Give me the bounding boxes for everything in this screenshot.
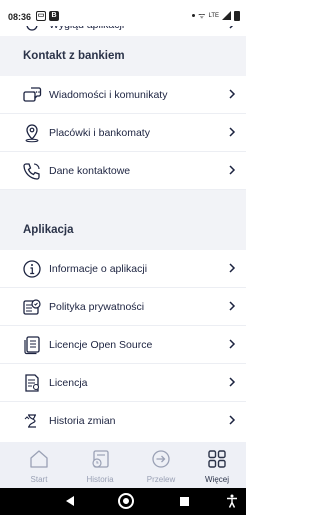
tab-history[interactable]: Historia xyxy=(75,442,125,488)
status-time: 08:36 xyxy=(8,12,32,22)
status-bar: 08:36 ▭ B ᯤ LTE xyxy=(0,0,246,26)
list-item-label: Licencje Open Source xyxy=(49,339,153,351)
section-header-app: Aplikacja xyxy=(0,190,246,250)
dot-icon xyxy=(192,14,196,17)
system-navigation-bar xyxy=(0,488,246,515)
location-pin-icon xyxy=(25,124,39,143)
battery-icon xyxy=(234,10,240,21)
list-item-label: Placówki i bankomaty xyxy=(49,127,150,139)
home-icon xyxy=(30,450,48,468)
messages-icon xyxy=(23,87,42,102)
back-icon[interactable] xyxy=(66,496,74,506)
chevron-right-icon xyxy=(229,301,236,311)
list-item-label: Historia zmian xyxy=(49,415,116,427)
recent-apps-icon[interactable] xyxy=(180,497,189,506)
list-item-label: Dane kontaktowe xyxy=(49,165,131,177)
signal-icon xyxy=(222,11,231,20)
chevron-right-icon xyxy=(229,415,236,425)
list-item-label: Licencja xyxy=(49,377,88,389)
info-icon xyxy=(23,260,41,278)
licenses-icon xyxy=(24,336,40,355)
tab-more[interactable]: Więcej xyxy=(192,442,242,488)
notification-icons: ▭ B xyxy=(36,11,59,21)
license-icon xyxy=(25,374,40,392)
tab-transfer[interactable]: Przelew xyxy=(136,442,186,488)
tab-label: Więcej xyxy=(204,475,229,484)
tab-start[interactable]: Start xyxy=(14,442,64,488)
list-item-label: Informacje o aplikacji xyxy=(49,263,148,275)
tab-label: Przelew xyxy=(146,475,176,484)
transfer-icon xyxy=(152,450,170,468)
list-item-messages[interactable]: Wiadomości i komunikaty xyxy=(0,76,246,114)
network-type: LTE xyxy=(208,12,219,19)
list-item-license[interactable]: Licencja xyxy=(0,364,246,402)
notification-icon: ▭ xyxy=(36,11,46,21)
chevron-right-icon xyxy=(229,165,236,175)
chevron-right-icon xyxy=(229,339,236,349)
history-icon xyxy=(24,414,36,428)
list-item-open-source[interactable]: Licencje Open Source xyxy=(0,326,246,364)
list-item-changelog[interactable]: Historia zmian xyxy=(0,402,246,440)
tab-label: Start xyxy=(30,475,48,484)
phone-icon xyxy=(23,163,40,180)
list-item-label: Polityka prywatności xyxy=(49,301,145,313)
accessibility-icon[interactable] xyxy=(226,494,238,508)
tab-label: Historia xyxy=(86,475,114,484)
wifi-call-icon: ᯤ xyxy=(198,11,206,20)
history-tab-icon xyxy=(92,450,109,468)
list-item-branches[interactable]: Placówki i bankomaty xyxy=(0,114,246,152)
list-item-app-info[interactable]: Informacje o aplikacji xyxy=(0,250,246,288)
section-header-contact: Kontakt z bankiem xyxy=(0,36,246,76)
list-item-contact-data[interactable]: Dane kontaktowe xyxy=(0,152,246,190)
home-button-icon[interactable] xyxy=(118,493,134,509)
privacy-icon xyxy=(23,299,41,315)
section-title: Kontakt z bankiem xyxy=(23,50,125,62)
list-item-label: Wiadomości i komunikaty xyxy=(49,89,168,101)
chevron-right-icon xyxy=(229,377,236,387)
bottom-tab-bar: Start Historia Przelew Więcej xyxy=(0,442,246,488)
b-notification-icon: B xyxy=(49,11,59,21)
chevron-right-icon xyxy=(229,263,236,273)
section-title: Aplikacja xyxy=(23,224,74,236)
system-icons: ᯤ LTE xyxy=(192,10,240,21)
list-item-privacy-policy[interactable]: Polityka prywatności xyxy=(0,288,246,326)
more-grid-icon xyxy=(208,450,226,468)
chevron-right-icon xyxy=(229,89,236,99)
chevron-right-icon xyxy=(229,127,236,137)
